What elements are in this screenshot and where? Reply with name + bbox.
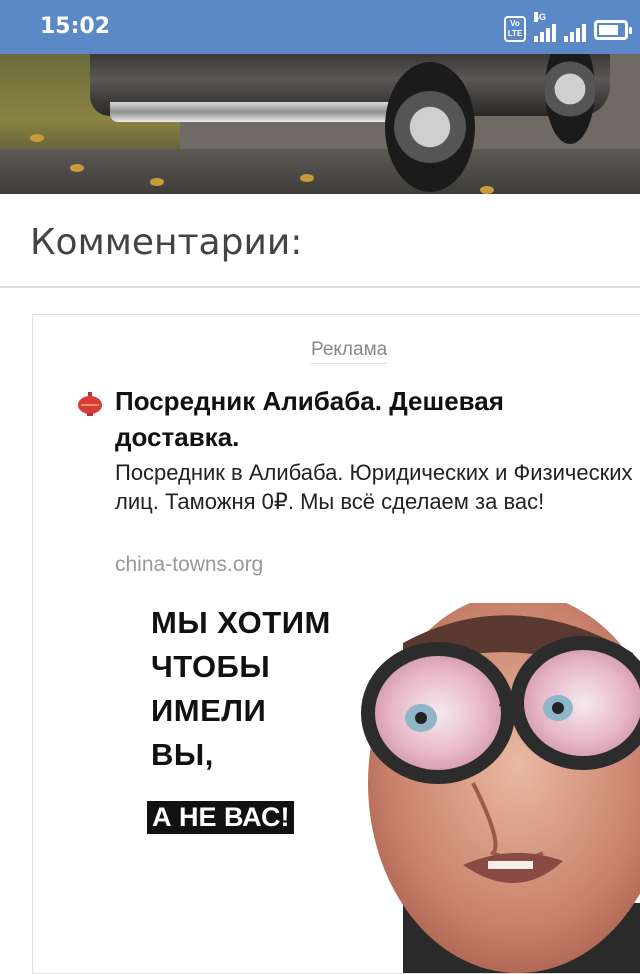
comments-title: Комментарии:: [30, 222, 303, 263]
red-lantern-icon: [78, 392, 102, 416]
battery-icon: [594, 20, 632, 40]
signal-icon: [564, 18, 586, 42]
status-icons: Vo LTE 4G: [504, 12, 632, 42]
meme-accent-text: А НЕ ВАС!: [147, 801, 295, 834]
status-time: 15:02: [40, 14, 111, 39]
status-bar: 15:02 Vo LTE 4G: [0, 0, 640, 54]
ad-card[interactable]: Реклама Посредник Алибаба. Дешевая доста…: [32, 314, 640, 974]
meme-text-line: МЫ ХОТИМ: [151, 605, 331, 640]
meme-text-line: ВЫ,: [151, 737, 214, 772]
ad-domain[interactable]: china-towns.org: [115, 553, 263, 577]
ad-description: Посредник в Алибаба. Юридических и Физич…: [115, 460, 633, 514]
battery-level: [599, 25, 618, 35]
ad-label: Реклама: [311, 339, 388, 364]
signal-4g-icon: 4G: [534, 12, 556, 42]
man-with-glasses-photo: [361, 603, 640, 973]
divider: [0, 286, 640, 288]
meme-text-line: ИМЕЛИ: [151, 693, 267, 728]
ad-image[interactable]: МЫ ХОТИМ ЧТОБЫ ИМЕЛИ ВЫ, А НЕ ВАС!: [33, 597, 640, 973]
volte-icon: Vo LTE: [504, 16, 526, 42]
ad-title[interactable]: Посредник Алибаба. Дешевая доставка.: [115, 383, 595, 455]
article-photo[interactable]: [0, 54, 640, 194]
network-type-label: 4G: [534, 12, 547, 22]
meme-text-line: ЧТОБЫ: [151, 649, 271, 684]
